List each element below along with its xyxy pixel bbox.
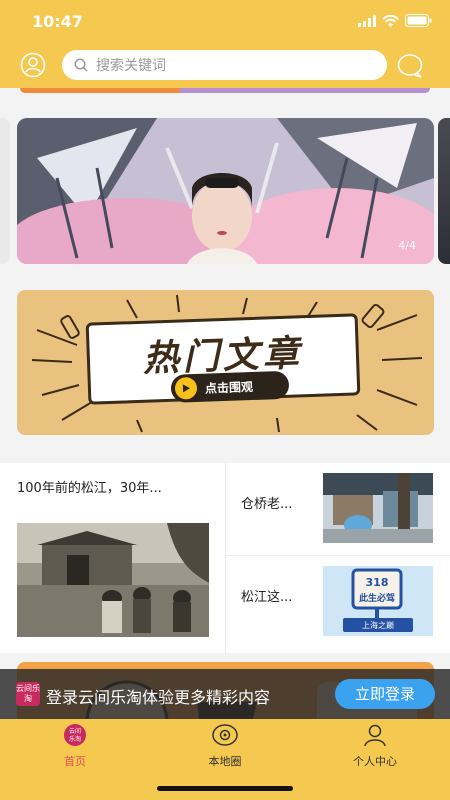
app-header: 10:47 搜索关键词 [0,0,450,88]
article-grid: 100年前的松江，30年... 仓桥老... 松江这... 318 此生必驾 上… [0,463,450,653]
article-card-main[interactable]: 100年前的松江，30年... [0,463,225,653]
local-circle-icon [212,724,238,746]
hot-articles-panel: 热门文章 点击围观 [85,313,361,405]
status-time: 10:47 [32,12,83,31]
bottom-tab-bar: 云间 乐淘 首页 本地圈 个人中心 [0,719,450,800]
article-title: 100年前的松江，30年... [17,481,162,496]
message-icon[interactable] [396,52,424,80]
search-icon [74,58,88,72]
article-title: 松江这... [241,590,293,605]
carousel-pager: 4/4 [398,239,416,252]
wifi-icon [382,14,399,27]
tab-home-label: 首页 [64,755,86,768]
svg-text:云间: 云间 [69,727,81,735]
tab-local-circle-label: 本地圈 [208,755,242,768]
app-logo-text: 云间乐淘 [16,684,40,703]
banner-image[interactable]: 4/4 [17,118,434,264]
user-center-icon [364,724,386,747]
battery-icon [405,14,432,27]
tab-user-center[interactable]: 个人中心 [300,723,450,768]
signal-icon [358,14,376,27]
banner-photo [17,118,434,264]
article-thumbnail: 318 此生必驾 上海之巅 [323,566,433,636]
sign-slogan: 此生必驾 [359,592,395,604]
hot-articles-cta-button[interactable]: 点击围观 [170,370,290,403]
article-card-side-2[interactable]: 松江这... 318 此生必驾 上海之巅 [225,556,450,648]
play-icon [174,376,198,400]
article-title: 仓桥老... [241,497,293,512]
article-card-side-1[interactable]: 仓桥老... [225,463,450,555]
login-prompt-text: 登录云间乐淘体验更多精彩内容 [46,688,271,707]
search-row: 搜索关键词 [0,50,450,80]
home-logo-icon: 云间 乐淘 [64,724,86,746]
app-logo-icon: 云间乐淘 [16,682,40,706]
sign-number: 318 [366,576,389,589]
login-prompt-bar: 云间乐淘 登录云间乐淘体验更多精彩内容 立即登录 [0,669,450,719]
tab-local-circle[interactable]: 本地圈 [150,723,300,768]
article-thumbnail [17,523,209,637]
svg-text:乐淘: 乐淘 [69,735,81,743]
home-indicator [157,786,293,791]
hot-articles-banner[interactable]: 热门文章 点击围观 [17,290,434,435]
login-button[interactable]: 立即登录 [335,679,435,709]
status-bar: 10:47 [0,0,450,44]
user-profile-icon[interactable] [20,52,46,78]
tab-user-center-label: 个人中心 [353,755,397,768]
article-thumbnail [323,473,433,543]
sign-place: 上海之巅 [362,620,394,630]
banner-carousel[interactable]: 4/4 [0,118,450,264]
status-icons [358,14,432,27]
carousel-prev-card[interactable] [0,118,10,264]
carousel-next-card[interactable] [438,118,450,264]
app-screen: 10:47 搜索关键词 4/4 热门文章 点击围观 100年前的松江，30年..… [0,0,450,800]
tab-home[interactable]: 云间 乐淘 首页 [0,723,150,768]
hot-articles-cta-label: 点击围观 [204,379,254,396]
search-placeholder: 搜索关键词 [96,58,166,74]
previous-card-edge [20,88,430,93]
search-input[interactable]: 搜索关键词 [62,50,387,80]
